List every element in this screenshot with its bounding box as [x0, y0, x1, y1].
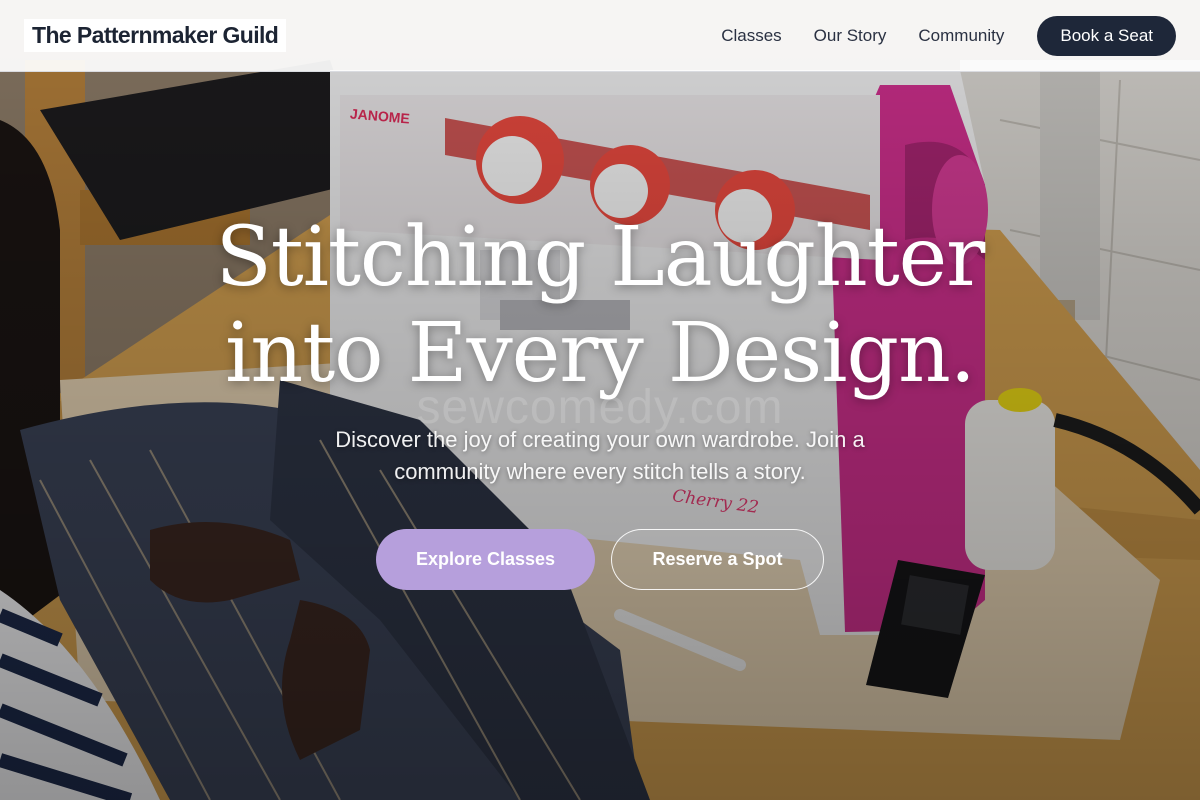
headline-line-1: Stitching Laughter [215, 210, 986, 305]
nav-link-community[interactable]: Community [918, 26, 1004, 46]
hero-headline: Stitching Laughter into Every Design. [0, 210, 1200, 402]
reserve-a-spot-button[interactable]: Reserve a Spot [611, 529, 824, 590]
hero-cta-row: Explore Classes Reserve a Spot [0, 529, 1200, 590]
nav-link-our-story[interactable]: Our Story [814, 26, 887, 46]
hero-subtext: Discover the joy of creating your own wa… [335, 427, 865, 484]
brand-logo[interactable]: The Patternmaker Guild [24, 19, 287, 52]
nav-link-classes[interactable]: Classes [721, 26, 781, 46]
explore-classes-button[interactable]: Explore Classes [376, 529, 595, 590]
main-nav: Classes Our Story Community Book a Seat [721, 15, 1176, 56]
hero-section: Stitching Laughter into Every Design. se… [0, 72, 1200, 800]
top-navbar: The Patternmaker Guild Classes Our Story… [0, 0, 1200, 72]
book-a-seat-button[interactable]: Book a Seat [1037, 15, 1176, 56]
